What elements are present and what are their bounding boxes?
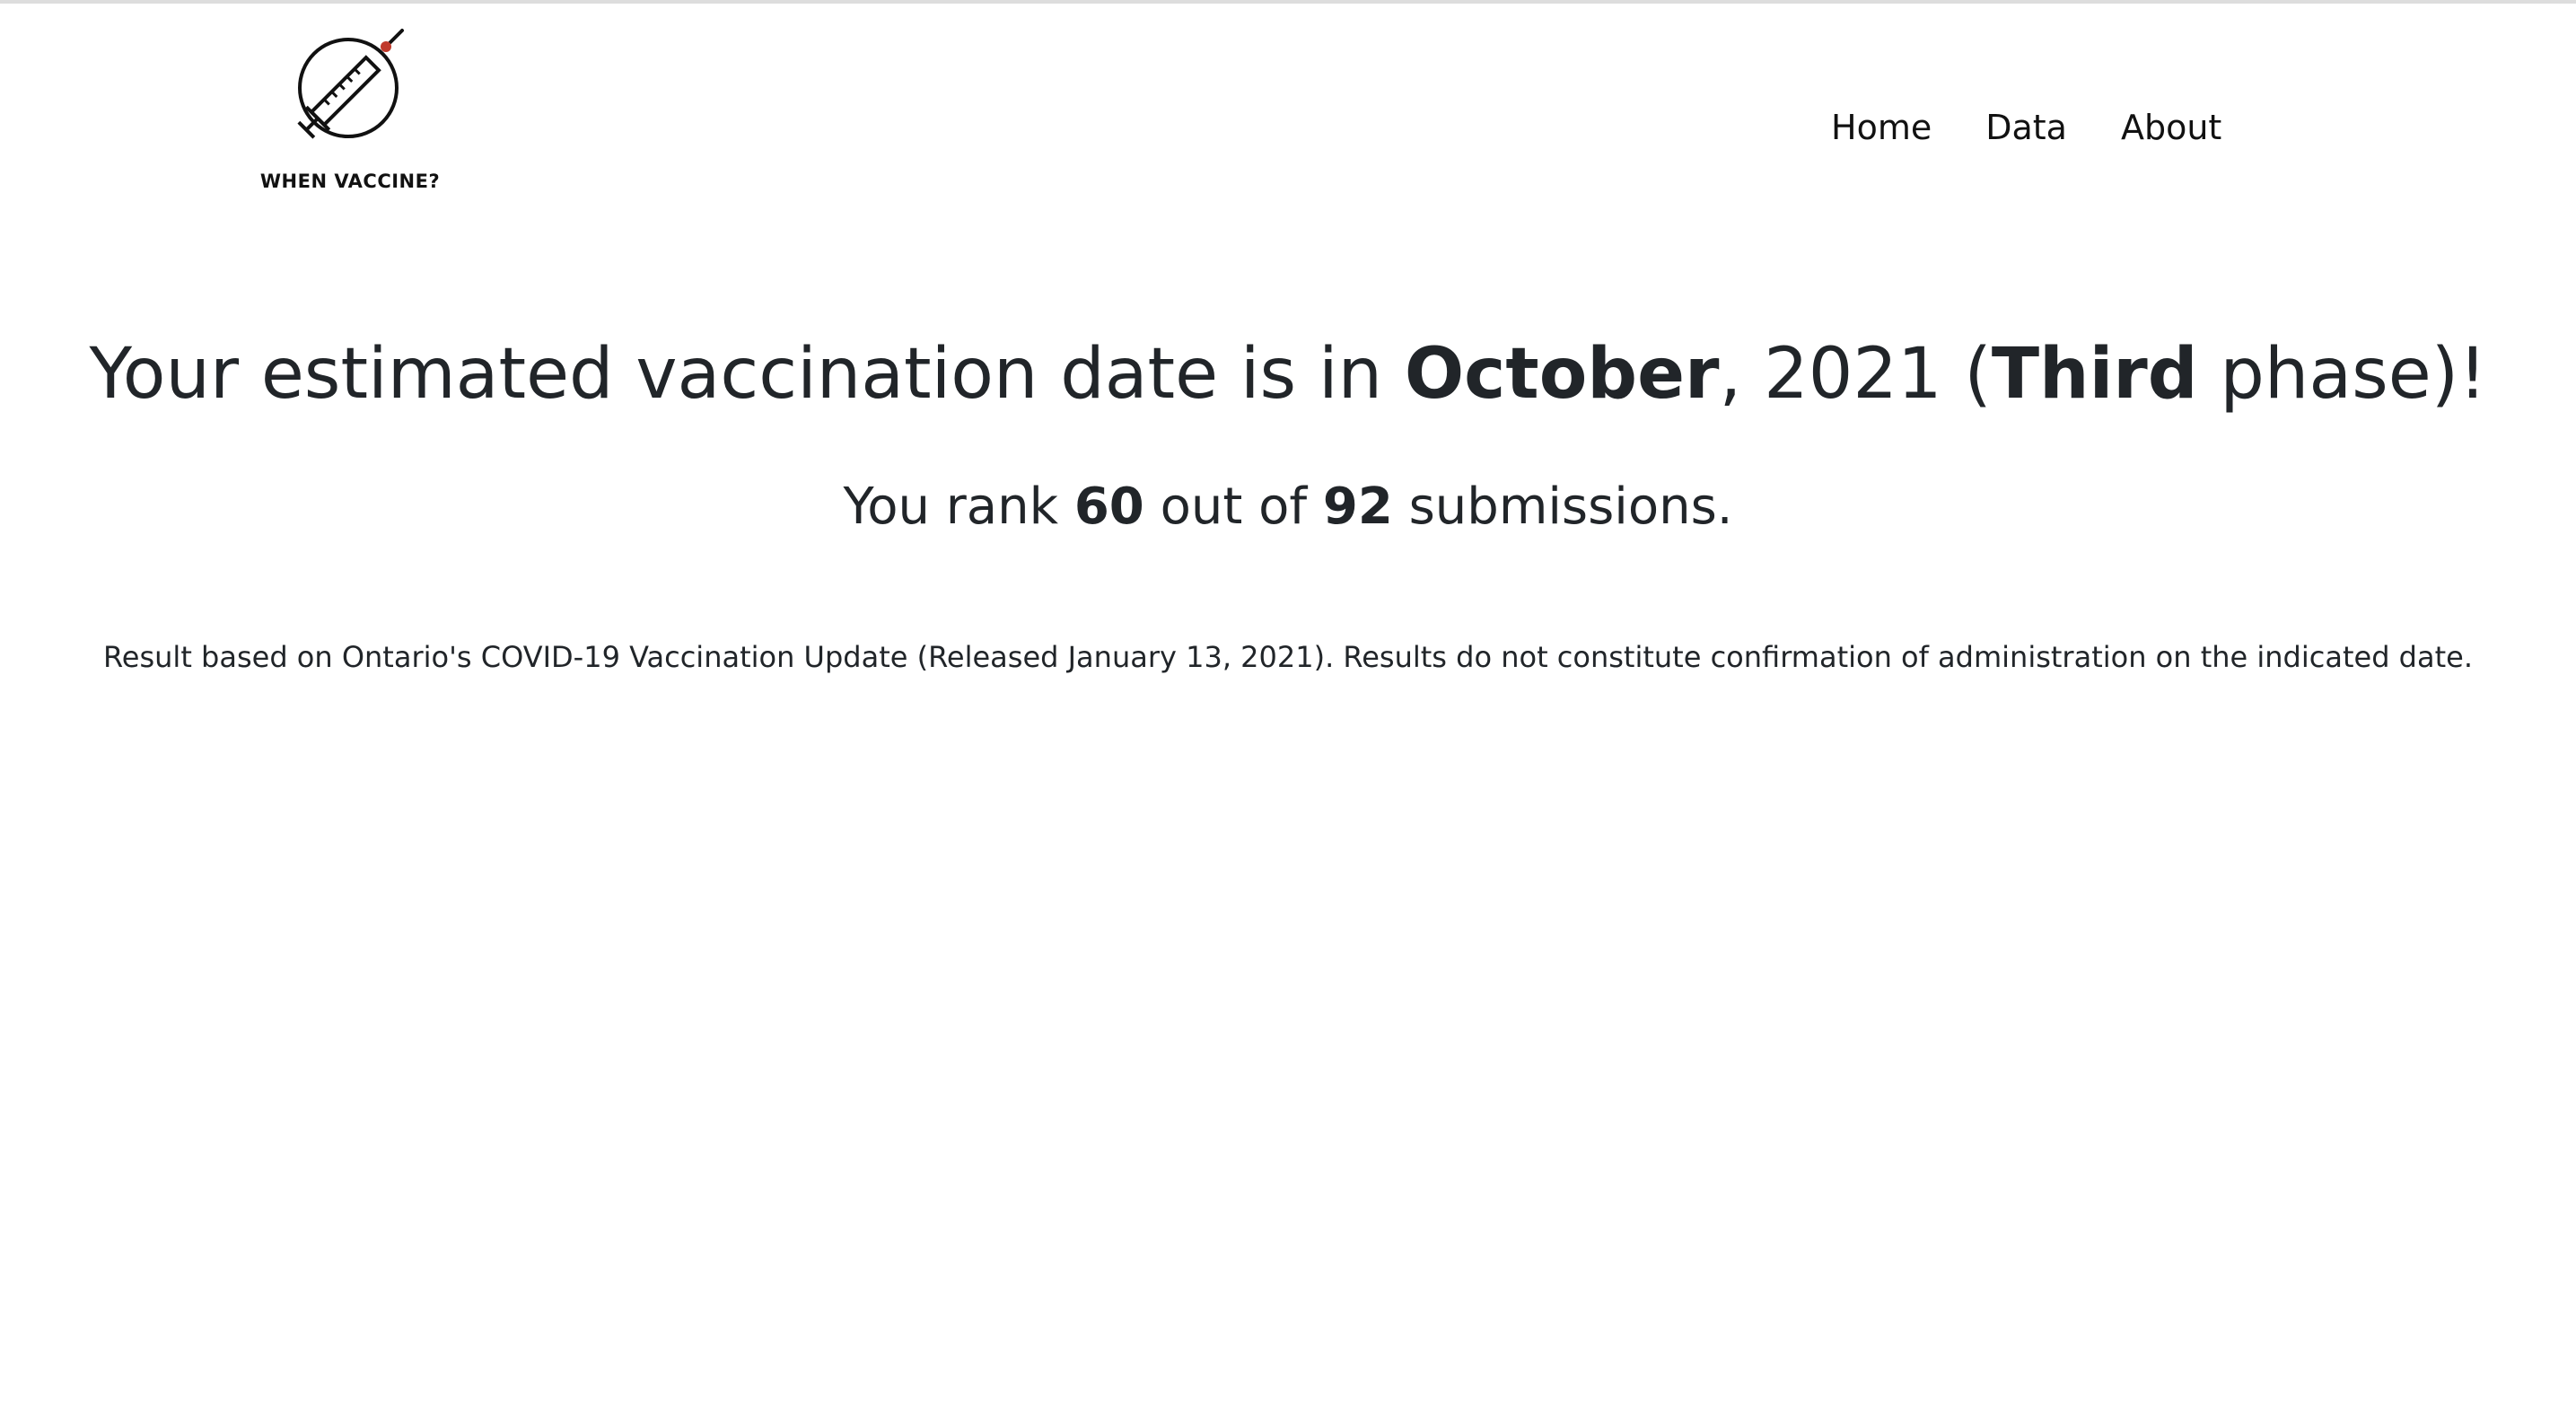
- estimated-phase: Third: [1991, 334, 2198, 415]
- site-header: WHEN VACCINE? Home Data About: [0, 0, 2576, 206]
- estimated-month: October: [1404, 334, 1720, 415]
- rank-position: 60: [1073, 478, 1144, 536]
- estimated-date-headline: Your estimated vaccination date is in Oc…: [0, 325, 2576, 424]
- brand-name: WHEN VACCINE?: [259, 171, 441, 192]
- rank-summary: You rank 60 out of 92 submissions.: [0, 471, 2576, 543]
- nav-about-link[interactable]: About: [2121, 101, 2221, 154]
- rank-total: 92: [1322, 478, 1393, 536]
- rank-prefix: You rank: [843, 478, 1074, 536]
- headline-suffix: phase)!: [2197, 334, 2487, 415]
- headline-year: , 2021 (: [1719, 334, 1992, 415]
- main-nav: Home Data About: [1831, 101, 2221, 154]
- brand-logo-link[interactable]: WHEN VACCINE?: [260, 27, 440, 197]
- nav-data-link[interactable]: Data: [1985, 101, 2067, 154]
- rank-middle: out of: [1143, 478, 1323, 536]
- nav-home-link[interactable]: Home: [1831, 101, 1932, 154]
- result-disclaimer: Result based on Ontario's COVID-19 Vacci…: [102, 640, 2473, 674]
- syringe-in-circle-icon: [297, 29, 404, 139]
- headline-prefix: Your estimated vaccination date is in: [89, 334, 1405, 415]
- rank-suffix: submissions.: [1392, 478, 1733, 536]
